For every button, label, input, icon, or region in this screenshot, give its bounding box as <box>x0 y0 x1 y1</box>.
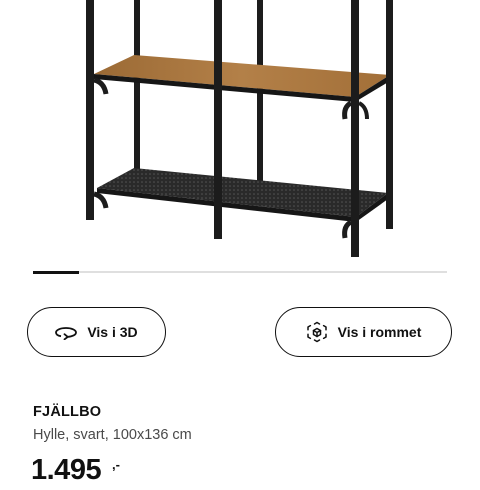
rotate-3d-icon <box>55 324 78 340</box>
carousel-progress-track <box>33 270 447 274</box>
shelf-post-back-right <box>386 0 393 229</box>
product-image[interactable] <box>0 0 480 262</box>
shelf-back-post-left <box>134 0 140 190</box>
ar-cube-icon <box>306 321 328 343</box>
shelf-back-post-mid <box>257 0 263 200</box>
view-in-room-button[interactable]: Vis i rommet <box>275 307 452 357</box>
shelf-post-right <box>351 0 359 257</box>
mesh-shelf <box>97 168 388 217</box>
view-3d-label: Vis i 3D <box>87 324 138 340</box>
carousel-progress-indicator <box>33 270 79 274</box>
product-description: Hylle, svart, 100x136 cm <box>33 427 192 443</box>
shelf-post-middle <box>214 0 222 239</box>
view-in-room-label: Vis i rommet <box>337 324 422 340</box>
shelf-post-front-left <box>86 0 94 220</box>
view-3d-button[interactable]: Vis i 3D <box>27 307 166 357</box>
price-suffix: ,- <box>112 457 120 472</box>
product-price: 1.495 <box>31 454 102 486</box>
product-name[interactable]: FJÄLLBO <box>33 404 101 420</box>
